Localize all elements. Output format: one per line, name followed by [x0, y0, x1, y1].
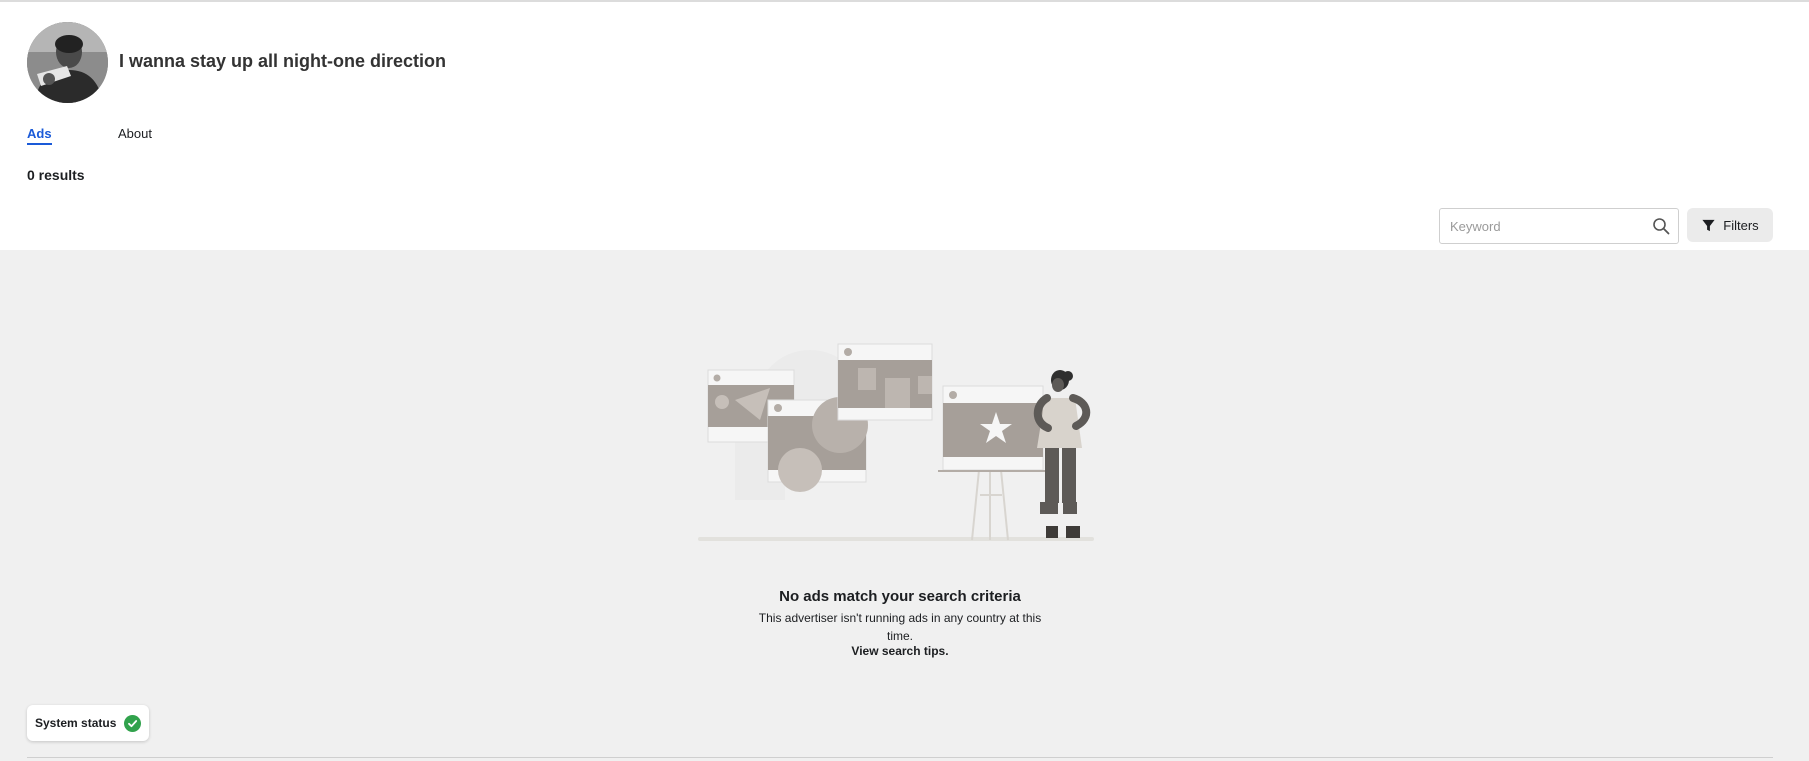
search-box[interactable] — [1439, 208, 1679, 244]
filters-label: Filters — [1723, 217, 1759, 233]
system-status-label: System status — [35, 716, 117, 730]
search-tips-link[interactable]: View search tips. — [750, 644, 1050, 658]
search-icon[interactable] — [1652, 217, 1670, 235]
empty-state-description: This advertiser isn't running ads in any… — [758, 611, 1042, 643]
empty-state-title: No ads match your search criteria — [779, 588, 1021, 605]
tab-ads[interactable]: Ads — [27, 126, 52, 145]
filters-button[interactable]: Filters — [1687, 208, 1773, 242]
search-input[interactable] — [1450, 209, 1645, 243]
profile-photo-icon — [27, 22, 108, 103]
advertiser-header: I wanna stay up all night-one direction … — [0, 2, 1809, 250]
check-circle-icon — [124, 714, 142, 732]
system-status-button[interactable]: System status — [27, 705, 150, 741]
results-count: 0 results — [27, 167, 85, 183]
advertiser-name: I wanna stay up all night-one direction — [119, 51, 447, 71]
avatar[interactable] — [27, 22, 108, 103]
tab-about[interactable]: About — [118, 126, 152, 141]
footer-divider — [27, 757, 1773, 758]
filter-icon — [1702, 219, 1715, 231]
empty-state-illustration — [698, 343, 1094, 541]
